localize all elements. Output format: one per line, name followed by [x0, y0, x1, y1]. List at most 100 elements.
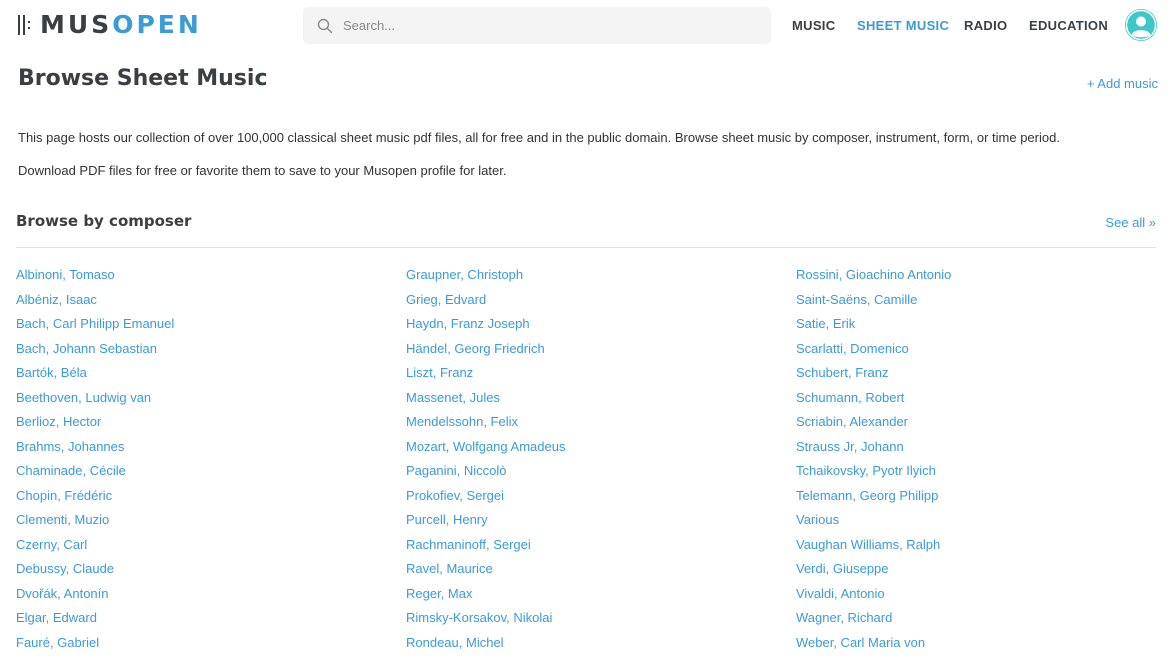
list-item: Bach, Johann Sebastian — [16, 340, 174, 365]
page-title: Browse Sheet Music — [18, 66, 268, 91]
intro-text: This page hosts our collection of over 1… — [18, 130, 1060, 145]
nav-sheet-music[interactable]: SHEET MUSIC — [857, 18, 949, 33]
see-all-composers-link[interactable]: See all » — [1105, 215, 1156, 230]
nav-music[interactable]: MUSIC — [792, 18, 835, 33]
list-item: Albinoni, Tomaso — [16, 266, 174, 291]
composer-link[interactable]: Various — [796, 512, 839, 527]
composer-link[interactable]: Ravel, Maurice — [406, 561, 493, 576]
composer-link[interactable]: Czerny, Carl — [16, 537, 87, 552]
list-item: Paganini, Niccolò — [406, 462, 565, 487]
list-item: Rondeau, Michel — [406, 634, 565, 659]
nav-radio[interactable]: RADIO — [964, 18, 1007, 33]
composer-link[interactable]: Strauss Jr, Johann — [796, 439, 904, 454]
list-item: Verdi, Giuseppe — [796, 560, 951, 585]
list-item: Albéniz, Isaac — [16, 291, 174, 316]
list-item: Satie, Erik — [796, 315, 951, 340]
composer-link[interactable]: Prokofiev, Sergei — [406, 488, 504, 503]
intro-text-download: Download PDF files for free or favorite … — [18, 163, 507, 178]
composer-link[interactable]: Rondeau, Michel — [406, 635, 504, 650]
composer-link[interactable]: Bach, Carl Philipp Emanuel — [16, 316, 174, 331]
list-item: Händel, Georg Friedrich — [406, 340, 565, 365]
list-item: Fauré, Gabriel — [16, 634, 174, 659]
user-avatar-icon[interactable] — [1125, 9, 1157, 41]
list-item: Clementi, Muzio — [16, 511, 174, 536]
nav-education[interactable]: EDUCATION — [1029, 18, 1108, 33]
list-item: Purcell, Henry — [406, 511, 565, 536]
add-music-link[interactable]: + Add music — [1087, 76, 1158, 91]
composer-link[interactable]: Schumann, Robert — [796, 390, 904, 405]
list-item: Rossini, Gioachino Antonio — [796, 266, 951, 291]
browse-by-composer-heading: Browse by composer — [16, 212, 192, 230]
composer-link[interactable]: Verdi, Giuseppe — [796, 561, 889, 576]
composer-link[interactable]: Fauré, Gabriel — [16, 635, 99, 650]
list-item: Prokofiev, Sergei — [406, 487, 565, 512]
composer-column-3: Rossini, Gioachino Antonio Saint-Saëns, … — [796, 266, 951, 658]
search-icon — [317, 18, 333, 33]
search-input[interactable] — [343, 18, 743, 33]
composer-link[interactable]: Albinoni, Tomaso — [16, 267, 115, 282]
composer-link[interactable]: Rimsky-Korsakov, Nikolai — [406, 610, 552, 625]
composer-link[interactable]: Chaminade, Cécile — [16, 463, 126, 478]
composer-link[interactable]: Dvořák, Antonín — [16, 586, 109, 601]
list-item: Reger, Max — [406, 585, 565, 610]
composer-link[interactable]: Saint-Saëns, Camille — [796, 292, 917, 307]
list-item: Mozart, Wolfgang Amadeus — [406, 438, 565, 463]
composer-link[interactable]: Scriabin, Alexander — [796, 414, 908, 429]
list-item: Brahms, Johannes — [16, 438, 174, 463]
list-item: Graupner, Christoph — [406, 266, 565, 291]
list-item: Grieg, Edvard — [406, 291, 565, 316]
composer-link[interactable]: Grieg, Edvard — [406, 292, 486, 307]
list-item: Weber, Carl Maria von — [796, 634, 951, 659]
composer-link[interactable]: Vaughan Williams, Ralph — [796, 537, 940, 552]
composer-link[interactable]: Graupner, Christoph — [406, 267, 523, 282]
composer-column-1: Albinoni, Tomaso Albéniz, Isaac Bach, Ca… — [16, 266, 174, 658]
search-bar — [303, 7, 771, 44]
list-item: Various — [796, 511, 951, 536]
list-item: Berlioz, Hector — [16, 413, 174, 438]
composer-link[interactable]: Reger, Max — [406, 586, 472, 601]
composer-link[interactable]: Satie, Erik — [796, 316, 855, 331]
composer-link[interactable]: Rachmaninoff, Sergei — [406, 537, 531, 552]
list-item: Bach, Carl Philipp Emanuel — [16, 315, 174, 340]
list-item: Elgar, Edward — [16, 609, 174, 634]
list-item: Chopin, Frédéric — [16, 487, 174, 512]
composer-link[interactable]: Telemann, Georg Philipp — [796, 488, 938, 503]
composer-link[interactable]: Haydn, Franz Joseph — [406, 316, 530, 331]
list-item: Strauss Jr, Johann — [796, 438, 951, 463]
site-header: MUSOPEN MUSIC SHEET MUSIC RADIO EDUCATIO… — [0, 0, 1176, 52]
list-item: Czerny, Carl — [16, 536, 174, 561]
list-item: Scriabin, Alexander — [796, 413, 951, 438]
composer-link[interactable]: Purcell, Henry — [406, 512, 488, 527]
composer-link[interactable]: Scarlatti, Domenico — [796, 341, 909, 356]
composer-link[interactable]: Elgar, Edward — [16, 610, 97, 625]
musopen-logo[interactable]: MUSOPEN — [18, 11, 202, 39]
composer-link[interactable]: Liszt, Franz — [406, 365, 473, 380]
composer-link[interactable]: Schubert, Franz — [796, 365, 889, 380]
composer-link[interactable]: Chopin, Frédéric — [16, 488, 112, 503]
composer-link[interactable]: Debussy, Claude — [16, 561, 114, 576]
composer-link[interactable]: Wagner, Richard — [796, 610, 892, 625]
logo-mark-icon — [18, 13, 38, 37]
logo-text-open: OPEN — [112, 10, 202, 39]
composer-link[interactable]: Mozart, Wolfgang Amadeus — [406, 439, 565, 454]
composer-link[interactable]: Paganini, Niccolò — [406, 463, 506, 478]
logo-text-mus: MUS — [40, 10, 113, 39]
list-item: Ravel, Maurice — [406, 560, 565, 585]
composer-link[interactable]: Weber, Carl Maria von — [796, 635, 925, 650]
composer-link[interactable]: Brahms, Johannes — [16, 439, 124, 454]
composer-link[interactable]: Clementi, Muzio — [16, 512, 109, 527]
composer-link[interactable]: Bartók, Béla — [16, 365, 87, 380]
list-item: Beethoven, Ludwig van — [16, 389, 174, 414]
composer-link[interactable]: Vivaldi, Antonio — [796, 586, 885, 601]
composer-link[interactable]: Berlioz, Hector — [16, 414, 101, 429]
composer-link[interactable]: Beethoven, Ludwig van — [16, 390, 151, 405]
list-item: Vivaldi, Antonio — [796, 585, 951, 610]
composer-link[interactable]: Rossini, Gioachino Antonio — [796, 267, 951, 282]
composer-link[interactable]: Bach, Johann Sebastian — [16, 341, 157, 356]
composer-link[interactable]: Albéniz, Isaac — [16, 292, 97, 307]
composer-link[interactable]: Händel, Georg Friedrich — [406, 341, 545, 356]
list-item: Debussy, Claude — [16, 560, 174, 585]
composer-link[interactable]: Tchaikovsky, Pyotr Ilyich — [796, 463, 936, 478]
composer-link[interactable]: Mendelssohn, Felix — [406, 414, 518, 429]
composer-link[interactable]: Massenet, Jules — [406, 390, 500, 405]
